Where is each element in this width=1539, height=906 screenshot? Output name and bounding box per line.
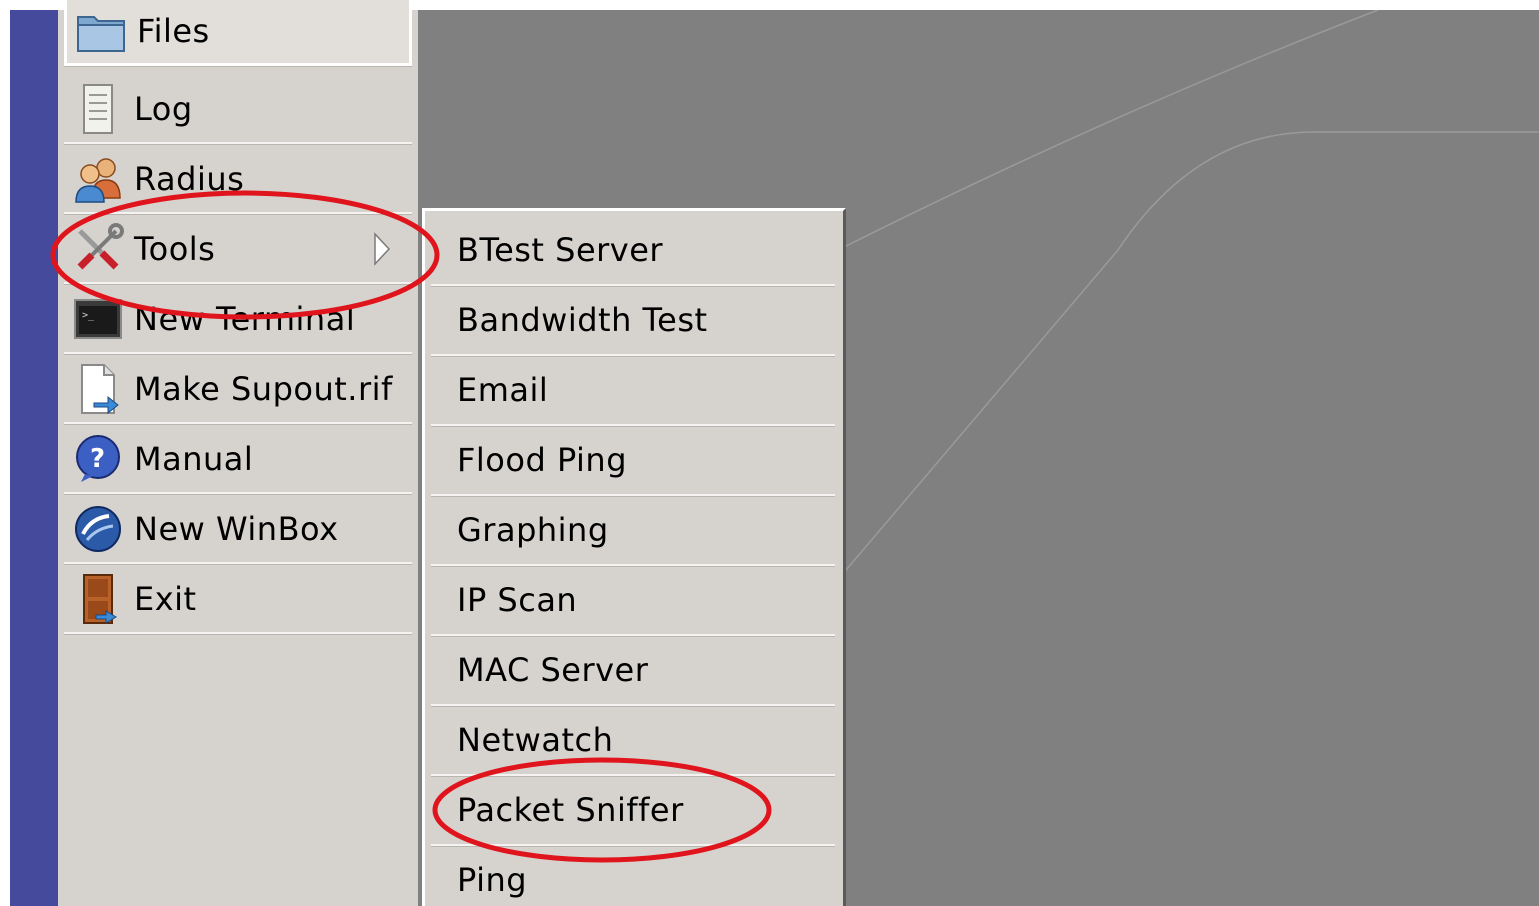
menu-item-radius[interactable]: Radius (64, 146, 412, 214)
menu-item-new-terminal[interactable]: >_ New Terminal (64, 286, 412, 354)
submenu-item-ping[interactable]: Ping (431, 846, 835, 906)
main-menu: Files Log Radius Tools >_ New Terminal M… (58, 0, 418, 906)
menu-label: New WinBox (134, 510, 339, 548)
menu-label: Make Supout.rif (134, 370, 393, 408)
menu-label: Files (137, 11, 210, 50)
menu-item-files[interactable]: Files (64, 0, 412, 66)
submenu-label: Netwatch (457, 721, 614, 759)
submenu-item-packet-sniffer[interactable]: Packet Sniffer (431, 776, 835, 846)
submenu-item-mac-server[interactable]: MAC Server (431, 636, 835, 706)
tools-submenu: BTest Server Bandwidth Test Email Flood … (422, 208, 846, 906)
menu-label: Tools (134, 230, 216, 268)
submenu-label: Email (457, 371, 549, 409)
menu-label: Radius (134, 160, 245, 198)
svg-text:>_: >_ (82, 310, 95, 321)
menu-label: Manual (134, 440, 254, 478)
submenu-item-btest-server[interactable]: BTest Server (431, 216, 835, 286)
log-icon (70, 81, 126, 137)
winbox-icon (70, 501, 126, 557)
users-icon (70, 151, 126, 207)
menu-item-make-supout[interactable]: Make Supout.rif (64, 356, 412, 424)
submenu-item-bandwidth-test[interactable]: Bandwidth Test (431, 286, 835, 356)
menu-item-log[interactable]: Log (64, 76, 412, 144)
svg-text:?: ? (90, 444, 105, 474)
tools-icon (70, 221, 126, 277)
help-icon: ? (70, 431, 126, 487)
submenu-label: Flood Ping (457, 441, 628, 479)
menu-item-new-winbox[interactable]: New WinBox (64, 496, 412, 564)
document-export-icon (70, 361, 126, 417)
folder-icon (73, 3, 129, 59)
submenu-label: Graphing (457, 511, 609, 549)
menu-label: New Terminal (134, 300, 356, 338)
submenu-arrow-icon (372, 232, 392, 270)
app-left-strip (10, 10, 58, 906)
submenu-label: BTest Server (457, 231, 664, 269)
submenu-label: Ping (457, 861, 528, 899)
menu-label: Exit (134, 580, 197, 618)
submenu-label: Bandwidth Test (457, 301, 708, 339)
submenu-item-netwatch[interactable]: Netwatch (431, 706, 835, 776)
terminal-icon: >_ (70, 291, 126, 347)
submenu-label: IP Scan (457, 581, 578, 619)
submenu-item-flood-ping[interactable]: Flood Ping (431, 426, 835, 496)
submenu-label: Packet Sniffer (457, 791, 684, 829)
menu-item-manual[interactable]: ? Manual (64, 426, 412, 494)
submenu-item-email[interactable]: Email (431, 356, 835, 426)
exit-door-icon (70, 571, 126, 627)
submenu-label: MAC Server (457, 651, 649, 689)
submenu-item-ip-scan[interactable]: IP Scan (431, 566, 835, 636)
submenu-item-graphing[interactable]: Graphing (431, 496, 835, 566)
menu-item-tools[interactable]: Tools (64, 216, 412, 284)
menu-item-exit[interactable]: Exit (64, 566, 412, 634)
menu-label: Log (134, 90, 193, 128)
